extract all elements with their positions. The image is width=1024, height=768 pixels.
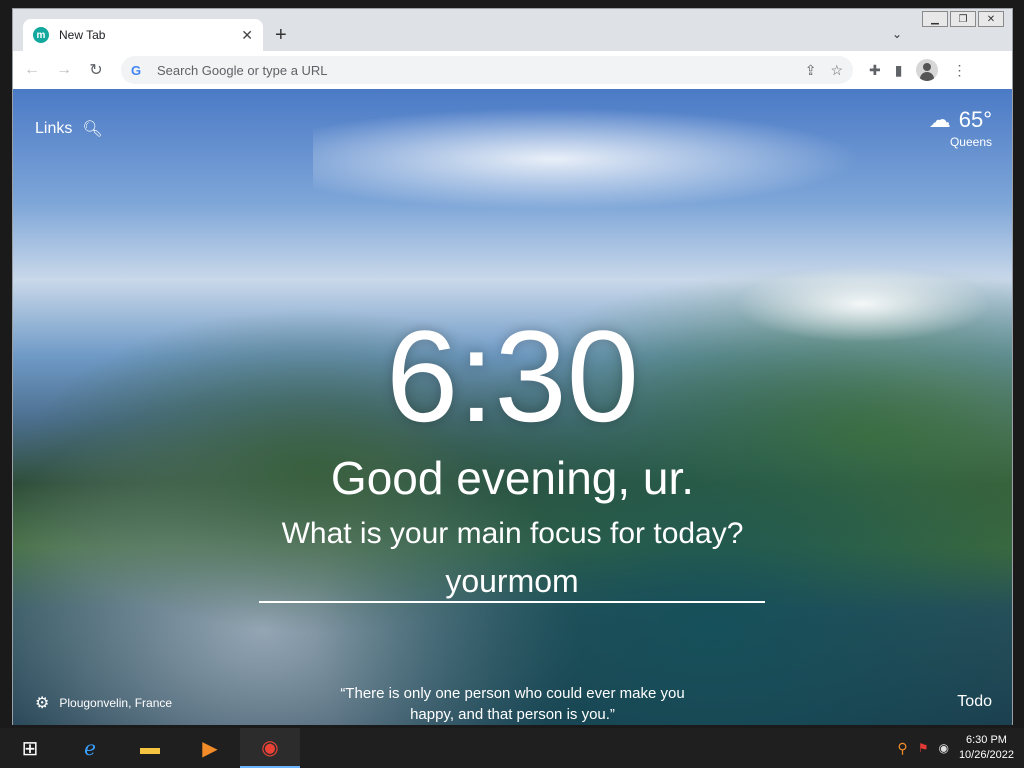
- focus-input[interactable]: [259, 561, 765, 603]
- extensions-puzzle-icon[interactable]: ✚: [869, 62, 881, 79]
- toolbar-actions: ✚ ▮ ⋮: [869, 59, 966, 81]
- desktop: m New Tab ✕ + ⌄ ▁ ❐ ✕ ← → ↻ G ⇪ ☆: [0, 0, 1024, 768]
- reload-button[interactable]: ↻: [83, 57, 109, 83]
- forward-button[interactable]: →: [51, 57, 77, 83]
- internet-explorer-icon[interactable]: ℯ: [60, 728, 120, 768]
- system-tray: ⚲ ⚑ ◉ 6:30 PM 10/26/2022: [897, 728, 1014, 768]
- taskbar: ⊞ ℯ ▬ ▶ ◉ ⚲ ⚑ ◉ 6:30 PM 10/26/2022: [0, 728, 1024, 768]
- momentum-icon: m: [33, 27, 49, 43]
- back-button[interactable]: ←: [19, 57, 45, 83]
- google-icon: G: [131, 62, 142, 78]
- daily-quote: “There is only one person who could ever…: [13, 683, 1012, 725]
- close-window-button[interactable]: ✕: [978, 11, 1004, 27]
- tab-search-chevron-down-icon[interactable]: ⌄: [892, 27, 902, 41]
- file-explorer-icon[interactable]: ▬: [120, 728, 180, 768]
- weather-city: Queens: [949, 135, 992, 149]
- side-panel-icon[interactable]: ▮: [895, 62, 903, 79]
- minimize-button[interactable]: ▁: [922, 11, 948, 27]
- background-clouds: [313, 99, 913, 219]
- greeting: Good evening, ur.: [330, 452, 695, 504]
- tab-title: New Tab: [59, 28, 106, 42]
- media-player-icon[interactable]: ▶: [180, 728, 240, 768]
- omnibox[interactable]: G ⇪ ☆: [121, 56, 853, 84]
- links-label: Links: [35, 120, 73, 137]
- weather-widget[interactable]: ☁ 65° Queens: [929, 107, 992, 149]
- clock-time: 6:30: [385, 303, 640, 449]
- search-icon[interactable]: 🔍︎: [82, 119, 102, 139]
- tab-new-tab[interactable]: m New Tab ✕: [23, 19, 263, 51]
- chrome-icon[interactable]: ◉: [240, 728, 300, 768]
- taskbar-date: 10/26/2022: [958, 749, 1014, 761]
- address-bar-input[interactable]: [155, 61, 805, 79]
- close-tab-icon[interactable]: ✕: [241, 27, 253, 44]
- quote-line-1: “There is only one person who could ever…: [340, 685, 685, 702]
- taskbar-clock[interactable]: 6:30 PM 10/26/2022: [959, 733, 1014, 763]
- browser-toolbar: ← → ↻ G ⇪ ☆ ✚ ▮ ⋮: [13, 51, 1012, 89]
- window-controls: ▁ ❐ ✕: [922, 11, 1004, 27]
- cloud-icon: ☁: [928, 107, 951, 132]
- browser-window: m New Tab ✕ + ⌄ ▁ ❐ ✕ ← → ↻ G ⇪ ☆: [12, 8, 1013, 725]
- bookmark-star-icon[interactable]: ☆: [830, 62, 843, 79]
- start-windows-icon[interactable]: ⊞: [0, 728, 60, 768]
- weather-temp: 65°: [958, 107, 992, 132]
- tab-strip: m New Tab ✕ + ⌄ ▁ ❐ ✕: [13, 9, 1012, 51]
- omnibox-actions: ⇪ ☆: [805, 62, 843, 79]
- menu-kebab-icon[interactable]: ⋮: [952, 62, 966, 79]
- focus-question: What is your main focus for today?: [281, 517, 744, 550]
- new-tab-button[interactable]: +: [275, 25, 287, 45]
- restore-button[interactable]: ❐: [950, 11, 976, 27]
- new-tab-page: Links 🔍︎ ☁ 65° Queens 6:30 Good evening,…: [13, 89, 1012, 725]
- search-tray-icon[interactable]: ⚲: [897, 740, 907, 757]
- quote-line-2: happy, and that person is you.”: [410, 706, 615, 723]
- links-widget[interactable]: Links 🔍︎: [35, 119, 103, 139]
- todo-button[interactable]: Todo: [957, 693, 992, 711]
- share-icon[interactable]: ⇪: [805, 62, 817, 79]
- taskbar-time: 6:30 PM: [965, 734, 1007, 746]
- profile-avatar-icon[interactable]: [916, 59, 939, 81]
- flag-tray-icon[interactable]: ⚑: [918, 741, 929, 755]
- volume-tray-icon[interactable]: ◉: [938, 741, 948, 755]
